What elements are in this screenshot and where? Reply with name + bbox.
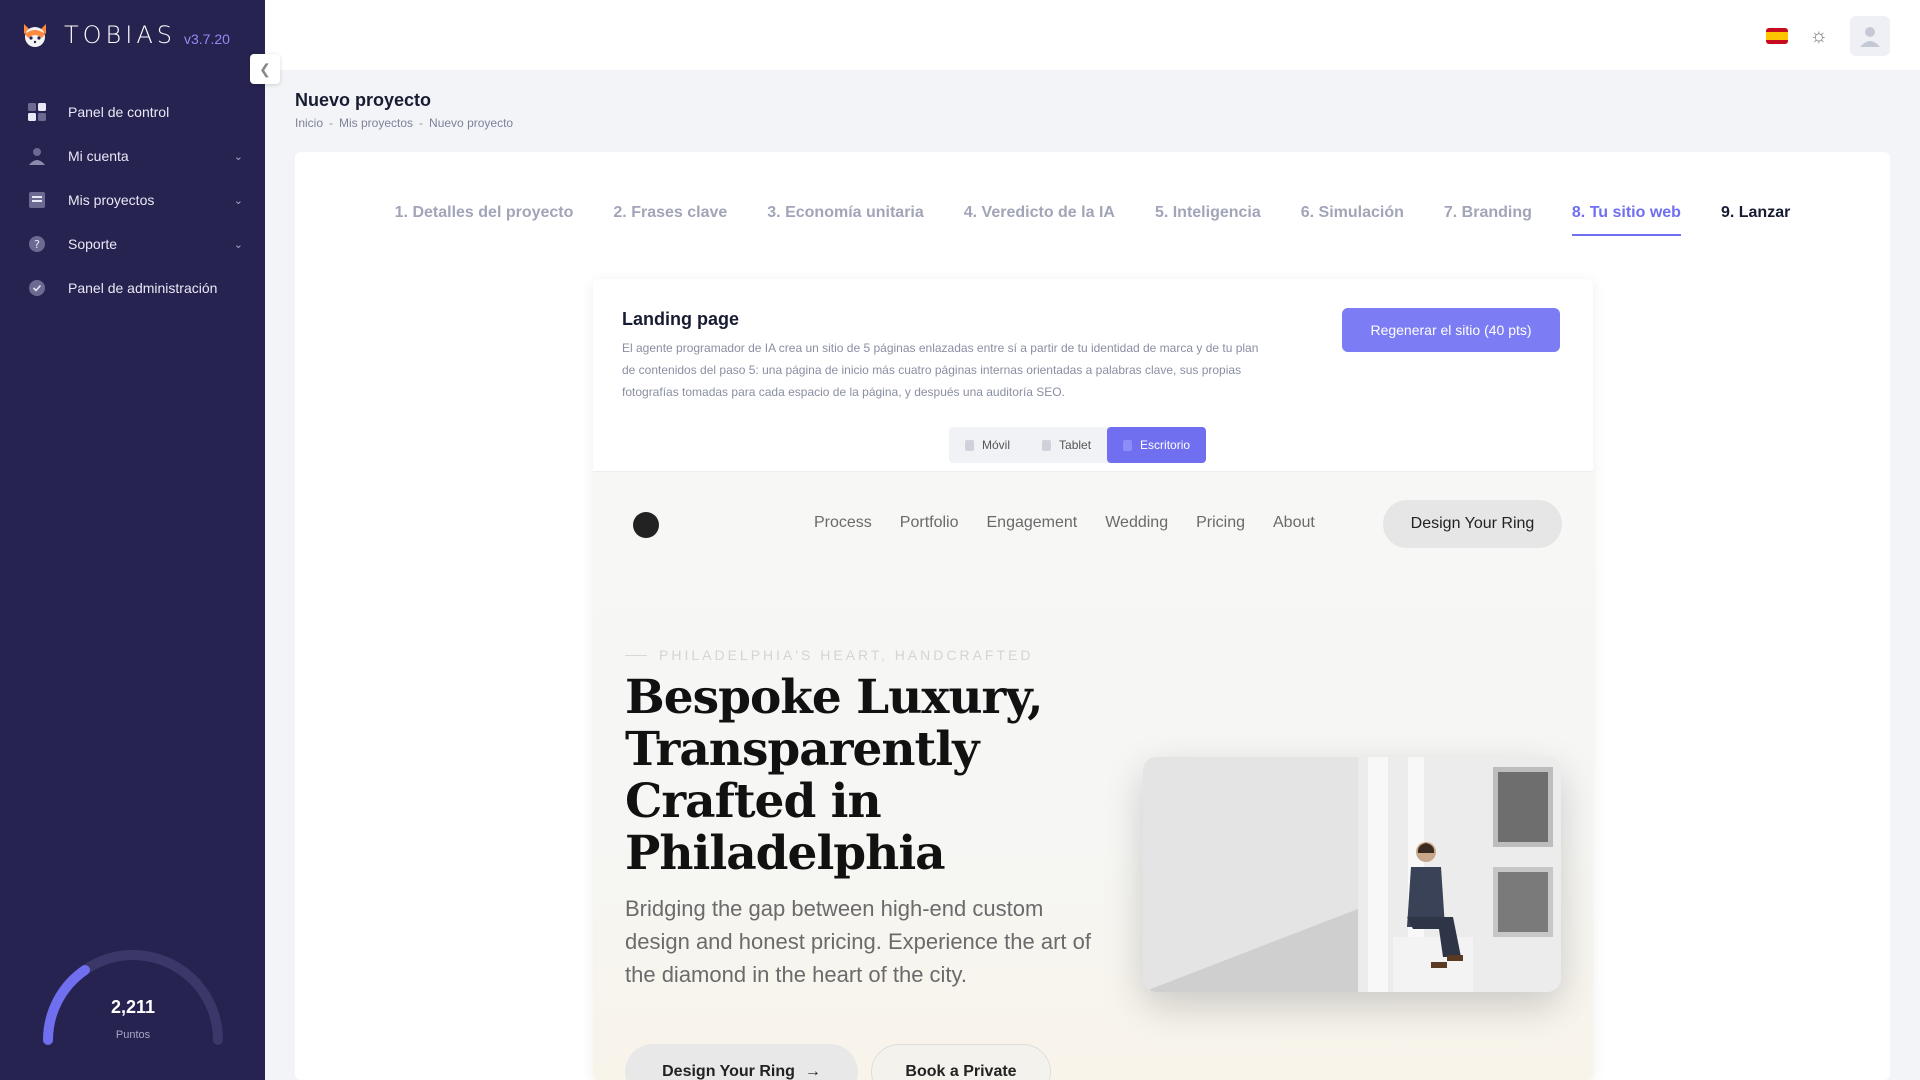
step-6[interactable]: 6. Simulación bbox=[1301, 204, 1404, 236]
device-label: Móvil bbox=[982, 438, 1011, 452]
preview-subhead: Bridging the gap between high-end custom… bbox=[625, 896, 1091, 987]
preview-logo-icon[interactable] bbox=[633, 512, 659, 538]
preview-nav-pricing[interactable]: Pricing bbox=[1196, 514, 1245, 532]
sidebar-item-label: Panel de control bbox=[68, 104, 170, 120]
topbar: ☼ bbox=[265, 0, 1920, 70]
landing-title: Landing page bbox=[622, 309, 739, 329]
regenerate-site-button[interactable]: Regenerar el sitio (40 pts) bbox=[1342, 308, 1560, 352]
sidebar-item-label: Soporte bbox=[68, 236, 118, 252]
user-avatar-icon bbox=[1860, 27, 1880, 47]
step-1[interactable]: 1. Detalles del proyecto bbox=[395, 204, 574, 236]
preview-nav: Process Portfolio Engagement Wedding Pri… bbox=[814, 514, 1315, 532]
step-3[interactable]: 3. Economía unitaria bbox=[767, 204, 923, 236]
preview-book-private-button[interactable]: Book a Private bbox=[871, 1044, 1051, 1080]
device-tablet-button[interactable]: Tablet bbox=[1026, 427, 1107, 463]
desktop-icon bbox=[1123, 439, 1133, 451]
site-preview[interactable]: Process Portfolio Engagement Wedding Pri… bbox=[593, 471, 1593, 1080]
sidebar-nav: Panel de control Mi cuenta ⌄ Mis proyect… bbox=[0, 90, 265, 310]
landing-description: El agente programador de IA crea un siti… bbox=[622, 341, 1259, 399]
collapse-sidebar-button[interactable]: ❮ bbox=[250, 54, 280, 84]
chevron-down-icon: ⌄ bbox=[233, 194, 243, 207]
step-5[interactable]: 5. Inteligencia bbox=[1155, 204, 1261, 236]
sidebar: TOBIAS v3.7.20 Panel de control Mi cuent… bbox=[0, 0, 265, 1080]
preview-hero-image bbox=[1143, 757, 1561, 992]
landing-page-panel: Landing page El agente programador de IA… bbox=[593, 279, 1593, 1080]
points-gauge: 2,211 Puntos bbox=[38, 935, 228, 1050]
app-version: v3.7.20 bbox=[184, 31, 230, 47]
breadcrumb: Inicio - Mis proyectos - Nuevo proyecto bbox=[295, 116, 513, 130]
page-title: Nuevo proyecto bbox=[295, 90, 432, 110]
breadcrumb-separator: - bbox=[419, 116, 424, 130]
points-label: Puntos bbox=[115, 1029, 151, 1041]
sidebar-item-label: Mi cuenta bbox=[68, 148, 129, 164]
help-icon: ? bbox=[26, 233, 48, 255]
breadcrumb-mis-proyectos[interactable]: Mis proyectos bbox=[339, 116, 413, 130]
preview-design-ring-button[interactable]: Design Your Ring → bbox=[625, 1044, 858, 1080]
sun-icon[interactable]: ☼ bbox=[1810, 25, 1828, 48]
dashboard-icon bbox=[26, 101, 48, 123]
device-label: Escritorio bbox=[1140, 438, 1191, 452]
breadcrumb-current: Nuevo proyecto bbox=[429, 116, 514, 130]
sidebar-item-mi-cuenta[interactable]: Mi cuenta ⌄ bbox=[0, 134, 265, 178]
preview-nav-engagement[interactable]: Engagement bbox=[987, 514, 1078, 532]
spain-flag-icon[interactable] bbox=[1765, 28, 1788, 44]
step-9[interactable]: 9. Lanzar bbox=[1721, 204, 1790, 236]
step-4[interactable]: 4. Veredicto de la IA bbox=[964, 204, 1115, 236]
svg-text:?: ? bbox=[34, 238, 40, 251]
chevron-down-icon: ⌄ bbox=[233, 238, 243, 251]
preview-nav-process[interactable]: Process bbox=[814, 514, 872, 532]
sidebar-item-panel-de-administracion[interactable]: Panel de administración bbox=[0, 266, 265, 310]
device-label: Tablet bbox=[1059, 438, 1092, 452]
app-name: TOBIAS bbox=[64, 21, 176, 49]
chevron-down-icon: ⌄ bbox=[233, 150, 243, 163]
sidebar-item-panel-de-control[interactable]: Panel de control bbox=[0, 90, 265, 134]
sidebar-item-soporte[interactable]: ? Soporte ⌄ bbox=[0, 222, 265, 266]
step-8[interactable]: 8. Tu sitio web bbox=[1571, 204, 1681, 236]
user-icon bbox=[26, 145, 48, 167]
breadcrumb-separator: - bbox=[329, 116, 334, 130]
step-2[interactable]: 2. Frases clave bbox=[613, 204, 727, 236]
sidebar-item-label: Mis proyectos bbox=[68, 192, 155, 208]
mobile-icon bbox=[965, 439, 974, 451]
preview-headline: Bespoke Luxury, Transparently Crafted in… bbox=[625, 670, 1043, 881]
preview-cta-button[interactable]: Design Your Ring bbox=[1383, 500, 1562, 548]
projects-icon bbox=[26, 189, 48, 211]
fox-logo-icon bbox=[24, 24, 46, 47]
arrow-right-icon: → bbox=[804, 1063, 821, 1080]
chevron-left-icon: ❮ bbox=[259, 60, 271, 77]
device-toggle: Móvil Tablet Escritorio bbox=[949, 427, 1207, 463]
wizard-steps: 1. Detalles del proyecto 2. Frases clave… bbox=[295, 204, 1890, 236]
tablet-icon bbox=[1042, 439, 1052, 451]
preview-eyebrow: PHILADELPHIA'S HEART, HANDCRAFTED bbox=[625, 647, 1033, 663]
preview-nav-portfolio[interactable]: Portfolio bbox=[900, 514, 959, 532]
user-menu-button[interactable] bbox=[1850, 16, 1890, 56]
points-value: 2,211 bbox=[110, 997, 156, 1017]
preview-nav-about[interactable]: About bbox=[1273, 514, 1315, 532]
device-desktop-button[interactable]: Escritorio bbox=[1107, 427, 1207, 463]
preview-nav-wedding[interactable]: Wedding bbox=[1105, 514, 1168, 532]
shield-icon bbox=[26, 277, 48, 299]
brand[interactable]: TOBIAS v3.7.20 bbox=[0, 0, 265, 70]
breadcrumb-inicio[interactable]: Inicio bbox=[295, 116, 323, 130]
sidebar-item-mis-proyectos[interactable]: Mis proyectos ⌄ bbox=[0, 178, 265, 222]
sidebar-item-label: Panel de administración bbox=[68, 280, 218, 296]
wizard-card: 1. Detalles del proyecto 2. Frases clave… bbox=[295, 152, 1890, 1080]
eyebrow-line bbox=[625, 654, 647, 656]
device-mobile-button[interactable]: Móvil bbox=[949, 427, 1026, 463]
eyebrow-text: PHILADELPHIA'S HEART, HANDCRAFTED bbox=[659, 647, 1034, 663]
button-label: Book a Private bbox=[905, 1063, 1017, 1080]
step-7[interactable]: 7. Branding bbox=[1444, 204, 1532, 236]
button-label: Design Your Ring bbox=[662, 1063, 795, 1080]
